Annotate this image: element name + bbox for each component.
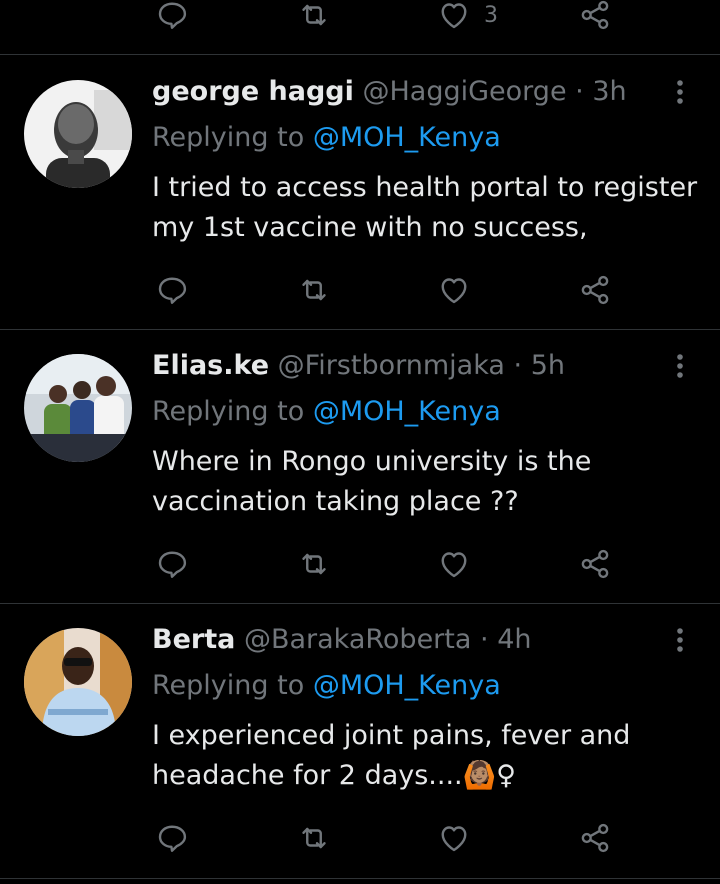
retweet-button[interactable] [296,272,332,308]
user-handle[interactable]: @Firstbornmjaka [278,350,505,381]
timestamp[interactable]: 5h [531,350,565,381]
reply-icon [154,272,190,308]
more-icon [676,627,684,657]
retweet-button[interactable] [296,546,332,582]
retweet-icon [296,0,332,33]
replying-to-link[interactable]: @MOH_Kenya [313,670,501,701]
tweet-text-line: my 1st vaccine with no success, [152,212,588,243]
reply-button[interactable] [154,272,190,308]
reply-icon [154,0,190,33]
retweet-icon [296,272,332,308]
share-button[interactable] [577,272,613,308]
replying-to: Replying to @MOH_Kenya [152,668,501,704]
replying-to: Replying to @MOH_Kenya [152,120,501,156]
tweet-header: Elias.ke @Firstbornmjaka · 5h [152,348,565,384]
reply-icon [154,546,190,582]
like-icon [436,272,472,308]
avatar[interactable] [24,354,132,462]
like-button[interactable] [436,820,472,856]
separator: · [480,624,489,655]
tweet-text-line: I experienced joint pains, fever and [152,720,631,751]
share-icon [577,0,613,33]
retweet-button[interactable] [296,820,332,856]
user-handle[interactable]: @HaggiGeorge [363,76,567,107]
more-button[interactable] [666,74,694,114]
avatar[interactable] [24,80,132,188]
tweet-text-line: Where in Rongo university is the [152,446,592,477]
like-button[interactable]: 3 [436,0,498,33]
retweet-icon [296,820,332,856]
like-button[interactable] [436,272,472,308]
retweet-icon [296,546,332,582]
share-button[interactable] [577,0,613,33]
replying-to-label: Replying to [152,122,305,153]
more-icon [676,79,684,109]
tweet-header: george haggi @HaggiGeorge · 3h [152,74,627,110]
like-icon [436,0,472,33]
share-button[interactable] [577,546,613,582]
replying-to: Replying to @MOH_Kenya [152,394,501,430]
reply-icon [154,820,190,856]
like-icon [436,820,472,856]
timestamp[interactable]: 4h [497,624,531,655]
tweet[interactable]: Berta @BarakaRoberta · 4h Replying to @M… [0,604,720,879]
tweet[interactable]: Elias.ke @Firstbornmjaka · 5h Replying t… [0,330,720,604]
tweet-header: Berta @BarakaRoberta · 4h [152,622,532,658]
display-name[interactable]: george haggi [152,76,354,107]
reply-button[interactable] [154,820,190,856]
tweet-text: Where in Rongo university is the vaccina… [152,442,702,522]
replying-to-link[interactable]: @MOH_Kenya [313,122,501,153]
display-name[interactable]: Elias.ke [152,350,269,381]
tweet-text: I experienced joint pains, fever and hea… [152,716,702,796]
tweet-text: I tried to access health portal to regis… [152,168,702,248]
user-handle[interactable]: @BarakaRoberta [244,624,471,655]
like-button[interactable] [436,546,472,582]
tweet-text-line: headache for 2 days....🙆🏽♀ [152,760,517,791]
previous-tweet-action-bar: 3 [0,0,720,55]
more-button[interactable] [666,348,694,388]
separator: · [513,350,523,381]
display-name[interactable]: Berta [152,624,235,655]
more-icon [676,353,684,383]
tweet-text-line: vaccination taking place ?? [152,486,519,517]
share-button[interactable] [577,820,613,856]
timestamp[interactable]: 3h [592,76,626,107]
replying-to-label: Replying to [152,396,305,427]
tweet-text-line: I tried to access health portal to regis… [152,172,698,203]
avatar[interactable] [24,628,132,736]
share-icon [577,820,613,856]
reply-button[interactable] [154,0,190,33]
separator: · [575,76,584,107]
retweet-button[interactable] [296,0,332,33]
share-icon [577,272,613,308]
more-button[interactable] [666,622,694,662]
tweet[interactable]: george haggi @HaggiGeorge · 3h Replying … [0,55,720,330]
like-icon [436,546,472,582]
like-count: 3 [484,2,498,28]
reply-button[interactable] [154,546,190,582]
replying-to-label: Replying to [152,670,305,701]
replying-to-link[interactable]: @MOH_Kenya [313,396,501,427]
share-icon [577,546,613,582]
